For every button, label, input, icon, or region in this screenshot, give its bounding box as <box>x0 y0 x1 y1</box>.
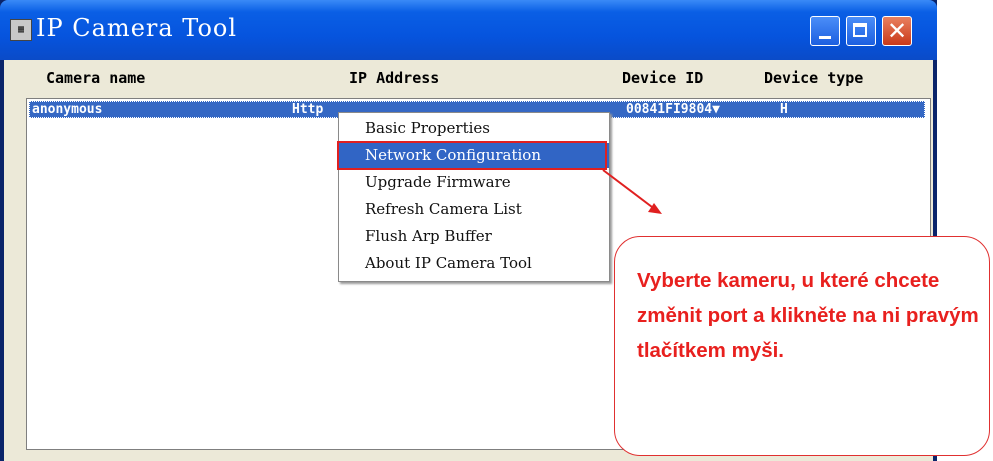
annotation-text: Vyberte kameru, u které chcete změnit po… <box>637 269 979 362</box>
annotation-callout: Vyberte kameru, u které chcete změnit po… <box>614 236 990 456</box>
